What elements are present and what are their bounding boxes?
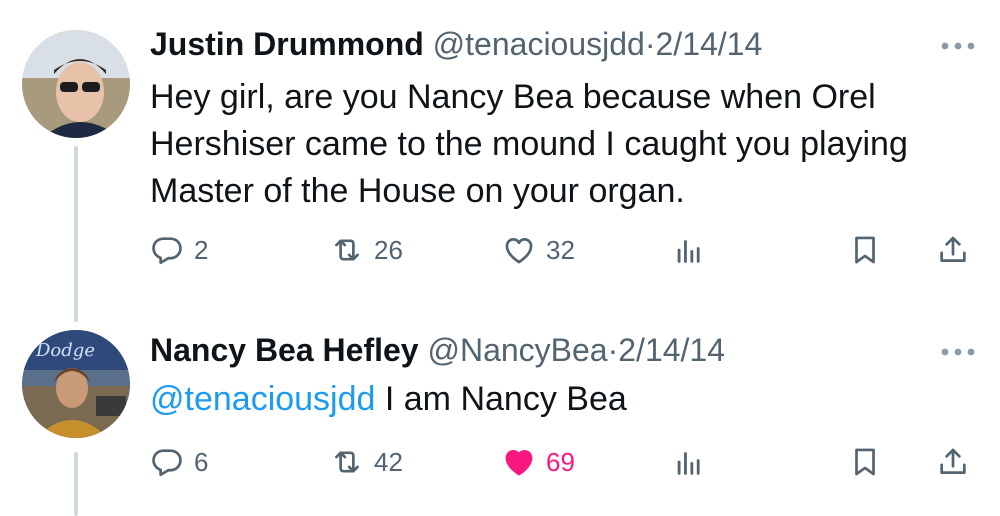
- share-button[interactable]: [936, 230, 970, 270]
- like-button[interactable]: 32: [502, 230, 575, 270]
- like-count: 32: [546, 234, 575, 265]
- views-button[interactable]: [672, 442, 706, 482]
- action-bar: 2 26 32: [0, 230, 1000, 270]
- like-icon: [502, 445, 536, 479]
- retweet-button[interactable]: 26: [330, 230, 403, 270]
- author-name[interactable]: Nancy Bea Hefley: [150, 332, 419, 368]
- tweet-header: Justin Drummond @tenaciousjdd·2/14/14: [150, 24, 762, 64]
- reply-button[interactable]: 2: [150, 230, 208, 270]
- author-handle[interactable]: @tenaciousjdd: [433, 26, 645, 62]
- author-name[interactable]: Justin Drummond: [150, 26, 424, 62]
- views-icon: [672, 445, 706, 479]
- more-icon[interactable]: [938, 39, 978, 53]
- retweet-count: 26: [374, 234, 403, 265]
- tweet-text: @tenaciousjdd I am Nancy Bea: [150, 376, 990, 423]
- tweet-text: Hey girl, are you Nancy Bea because when…: [150, 78, 908, 210]
- like-count: 69: [546, 446, 575, 477]
- mention-link[interactable]: @tenaciousjdd: [150, 380, 375, 418]
- tweet-text-body: I am Nancy Bea: [375, 380, 627, 418]
- like-icon: [502, 233, 536, 267]
- tweet-header: Nancy Bea Hefley @NancyBea·2/14/14: [150, 330, 725, 370]
- like-button[interactable]: 69: [502, 442, 575, 482]
- share-button[interactable]: [936, 442, 970, 482]
- separator: ·: [607, 332, 619, 368]
- reply-count: 2: [194, 234, 209, 265]
- views-button[interactable]: [672, 230, 706, 270]
- reply-button[interactable]: 6: [150, 442, 208, 482]
- reply-icon: [150, 445, 184, 479]
- retweet-button[interactable]: 42: [330, 442, 403, 482]
- retweet-icon: [330, 445, 364, 479]
- reply-icon: [150, 233, 184, 267]
- separator: ·: [644, 26, 656, 62]
- tweet-date[interactable]: 2/14/14: [656, 26, 763, 62]
- bookmark-button[interactable]: [848, 442, 882, 482]
- more-icon[interactable]: [938, 345, 978, 359]
- tweet-date[interactable]: 2/14/14: [618, 332, 725, 368]
- bookmark-icon: [848, 233, 882, 267]
- views-icon: [672, 233, 706, 267]
- author-handle[interactable]: @NancyBea: [427, 332, 607, 368]
- bookmark-icon: [848, 445, 882, 479]
- tweet[interactable]: Dodge Nancy Bea Hefley @NancyBea·2/14/14…: [0, 330, 1000, 516]
- avatar[interactable]: Dodge: [22, 330, 130, 438]
- share-icon: [936, 233, 970, 267]
- tweet[interactable]: Justin Drummond @tenaciousjdd·2/14/14 He…: [0, 24, 1000, 284]
- retweet-count: 42: [374, 446, 403, 477]
- action-bar: 6 42 69: [0, 442, 1000, 482]
- bookmark-button[interactable]: [848, 230, 882, 270]
- retweet-icon: [330, 233, 364, 267]
- avatar[interactable]: [22, 30, 130, 138]
- svg-text:Dodge: Dodge: [35, 340, 95, 361]
- reply-count: 6: [194, 446, 209, 477]
- share-icon: [936, 445, 970, 479]
